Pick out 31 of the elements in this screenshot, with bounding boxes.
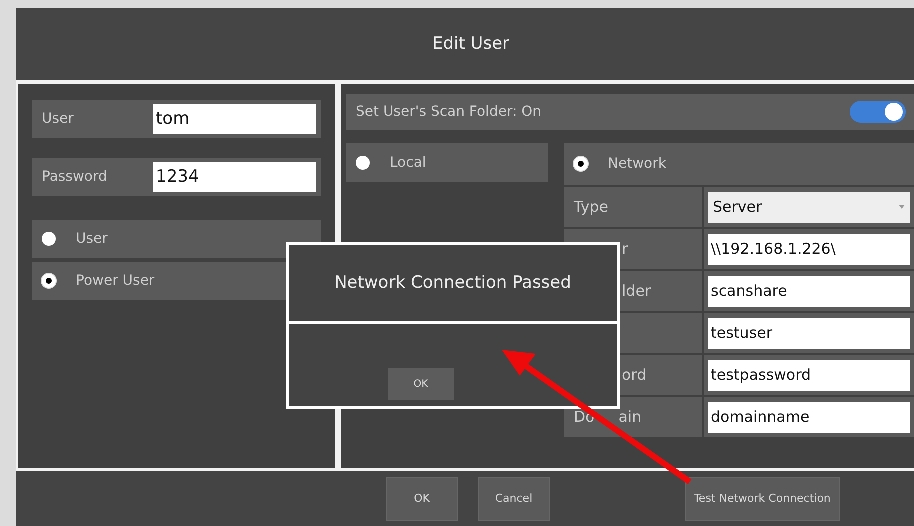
dropdown[interactable]: Server [708, 192, 910, 222]
input-field[interactable]: testpassword [708, 360, 910, 390]
ok-button[interactable]: OK [388, 368, 454, 400]
input-field[interactable]: testuser [708, 318, 910, 348]
caret-icon [899, 205, 905, 209]
option-label: Network [608, 156, 666, 172]
field-label: ain [618, 408, 642, 426]
action-button[interactable]: OK [386, 476, 458, 520]
field-label: Password [41, 169, 108, 185]
field-label: r [622, 240, 628, 258]
input-field[interactable]: \\192.168.1.226\ [708, 234, 910, 264]
input-field[interactable]: domainname [708, 402, 910, 432]
field-label: Type [574, 198, 608, 216]
input-field[interactable]: tom [153, 104, 316, 134]
option-label: User [76, 231, 108, 247]
dialog-message: Network Connection Passed [334, 273, 572, 293]
field-label: ord [622, 366, 647, 384]
option-label: Power User [76, 273, 155, 289]
setting-label: Set User's Scan Folder: On [356, 104, 542, 120]
field-label: User [41, 111, 75, 127]
field-label: lder [622, 282, 652, 300]
input-field[interactable]: 1234 [153, 162, 316, 192]
action-button[interactable]: Test Network Connection [685, 476, 840, 520]
location-option[interactable]: Network [564, 143, 914, 185]
window-title: Edit User [432, 34, 510, 54]
option-label: Local [390, 154, 426, 170]
role-option[interactable]: User [32, 220, 321, 258]
input-field[interactable]: scanshare [708, 276, 910, 306]
location-option[interactable]: Local [346, 143, 548, 182]
toggle-switch[interactable] [850, 101, 906, 123]
action-button[interactable]: Cancel [478, 476, 550, 520]
